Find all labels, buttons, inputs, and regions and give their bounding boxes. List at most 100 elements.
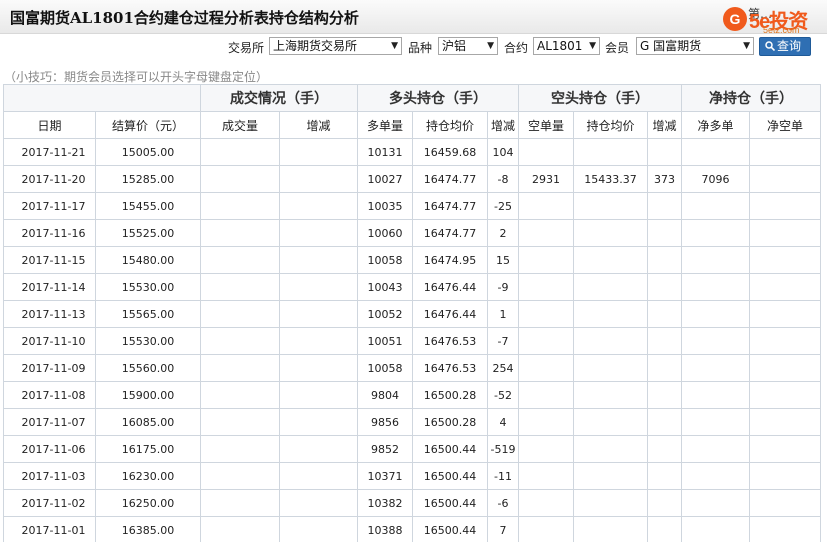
table-row: 2017-11-06 16175.00 9852 16500.44 -519 bbox=[3, 435, 821, 463]
cell-net-short bbox=[749, 462, 821, 490]
cell-net-long bbox=[681, 516, 750, 542]
cell-settle: 15480.00 bbox=[95, 246, 201, 274]
col-long-avg: 持仓均价 bbox=[412, 111, 488, 139]
cell-short bbox=[518, 138, 574, 166]
cell-short-avg bbox=[573, 192, 648, 220]
group-long: 多头持仓（手） bbox=[357, 84, 519, 112]
cell-long: 10058 bbox=[357, 246, 413, 274]
cell-long: 9852 bbox=[357, 435, 413, 463]
cell-short-avg bbox=[573, 273, 648, 301]
cell-short-avg bbox=[573, 408, 648, 436]
col-long: 多单量 bbox=[357, 111, 413, 139]
cell-long-change: -52 bbox=[487, 381, 519, 409]
cell-long-avg: 16500.44 bbox=[412, 489, 488, 517]
cell-volume-change bbox=[279, 354, 358, 382]
chevron-down-icon: ▼ bbox=[589, 41, 596, 51]
cell-volume bbox=[200, 273, 280, 301]
cell-short-avg bbox=[573, 462, 648, 490]
exchange-select[interactable]: 上海期货交易所 ▼ bbox=[269, 37, 402, 55]
cell-long-change: -25 bbox=[487, 192, 519, 220]
cell-long: 10388 bbox=[357, 516, 413, 542]
member-select[interactable]: G 国富期货 ▼ bbox=[636, 37, 754, 55]
cell-date: 2017-11-09 bbox=[3, 354, 96, 382]
cell-volume-change bbox=[279, 300, 358, 328]
contract-select-value: AL1801 bbox=[537, 39, 583, 53]
cell-volume bbox=[200, 408, 280, 436]
cell-net-short bbox=[749, 435, 821, 463]
cell-settle: 15565.00 bbox=[95, 300, 201, 328]
cell-settle: 15455.00 bbox=[95, 192, 201, 220]
cell-net-long bbox=[681, 246, 750, 274]
col-long-change: 增减 bbox=[487, 111, 519, 139]
cell-net-long bbox=[681, 300, 750, 328]
col-volume: 成交量 bbox=[200, 111, 280, 139]
cell-net-long bbox=[681, 462, 750, 490]
cell-settle: 16085.00 bbox=[95, 408, 201, 436]
table-row: 2017-11-08 15900.00 9804 16500.28 -52 bbox=[3, 381, 821, 409]
cell-short-avg bbox=[573, 327, 648, 355]
cell-long-avg: 16476.53 bbox=[412, 327, 488, 355]
table-row: 2017-11-15 15480.00 10058 16474.95 15 bbox=[3, 246, 821, 274]
logo-mark-icon: G bbox=[723, 7, 747, 31]
cell-volume-change bbox=[279, 219, 358, 247]
col-settle: 结算价（元） bbox=[95, 111, 201, 139]
exchange-select-value: 上海期货交易所 bbox=[273, 39, 358, 53]
cell-net-short bbox=[749, 354, 821, 382]
cell-date: 2017-11-20 bbox=[3, 165, 96, 193]
cell-volume-change bbox=[279, 273, 358, 301]
position-table: 成交情况（手） 多头持仓（手） 空头持仓（手） 净持仓（手） 日期 结算价（元）… bbox=[3, 84, 821, 542]
cell-long: 10058 bbox=[357, 354, 413, 382]
table-body: 2017-11-21 15005.00 10131 16459.68 104 2017-1… bbox=[3, 138, 821, 542]
cell-short-change bbox=[647, 462, 682, 490]
cell-short-change bbox=[647, 327, 682, 355]
cell-net-short bbox=[749, 489, 821, 517]
cell-date: 2017-11-16 bbox=[3, 219, 96, 247]
cell-long-avg: 16459.68 bbox=[412, 138, 488, 166]
cell-long-change: -7 bbox=[487, 327, 519, 355]
table-row: 2017-11-03 16230.00 10371 16500.44 -11 bbox=[3, 462, 821, 490]
table-row: 2017-11-21 15005.00 10131 16459.68 104 bbox=[3, 138, 821, 166]
cell-net-long bbox=[681, 435, 750, 463]
cell-date: 2017-11-06 bbox=[3, 435, 96, 463]
contract-select[interactable]: AL1801 ▼ bbox=[533, 37, 600, 55]
col-date: 日期 bbox=[3, 111, 96, 139]
cell-net-short bbox=[749, 138, 821, 166]
cell-volume bbox=[200, 516, 280, 542]
cell-net-long bbox=[681, 273, 750, 301]
cell-short-avg bbox=[573, 435, 648, 463]
cell-long-avg: 16500.44 bbox=[412, 462, 488, 490]
cell-net-short bbox=[749, 192, 821, 220]
cell-settle: 16175.00 bbox=[95, 435, 201, 463]
cell-short-change bbox=[647, 219, 682, 247]
group-short: 空头持仓（手） bbox=[518, 84, 682, 112]
cell-long: 9856 bbox=[357, 408, 413, 436]
cell-short bbox=[518, 408, 574, 436]
cell-volume-change bbox=[279, 165, 358, 193]
search-icon bbox=[765, 41, 775, 51]
cell-long-change: 104 bbox=[487, 138, 519, 166]
cell-short-change bbox=[647, 246, 682, 274]
product-label: 品种 bbox=[408, 41, 433, 55]
cell-date: 2017-11-01 bbox=[3, 516, 96, 542]
cell-net-long: 7096 bbox=[681, 165, 750, 193]
col-short-change: 增减 bbox=[647, 111, 682, 139]
cell-volume bbox=[200, 219, 280, 247]
search-button[interactable]: 查询 bbox=[759, 37, 811, 56]
cell-volume-change bbox=[279, 489, 358, 517]
cell-long-change: -9 bbox=[487, 273, 519, 301]
cell-long-avg: 16474.77 bbox=[412, 165, 488, 193]
cell-long-change: 4 bbox=[487, 408, 519, 436]
page-title: 国富期货AL1801合约建仓过程分析表持仓结构分析 bbox=[10, 9, 359, 27]
cell-long: 10043 bbox=[357, 273, 413, 301]
tip-text: （小技巧：期货会员选择可以开头字母键盘定位） bbox=[4, 70, 269, 84]
cell-settle: 15525.00 bbox=[95, 219, 201, 247]
cell-long: 10060 bbox=[357, 219, 413, 247]
site-logo[interactable]: G 5e投资 5etz.com bbox=[719, 3, 823, 35]
cell-volume bbox=[200, 489, 280, 517]
title-bar: 国富期货AL1801合约建仓过程分析表持仓结构分析 第… bbox=[0, 0, 827, 34]
cell-long-change: 254 bbox=[487, 354, 519, 382]
cell-settle: 15285.00 bbox=[95, 165, 201, 193]
product-select[interactable]: 沪铝 ▼ bbox=[438, 37, 498, 55]
cell-net-short bbox=[749, 273, 821, 301]
cell-net-short bbox=[749, 381, 821, 409]
